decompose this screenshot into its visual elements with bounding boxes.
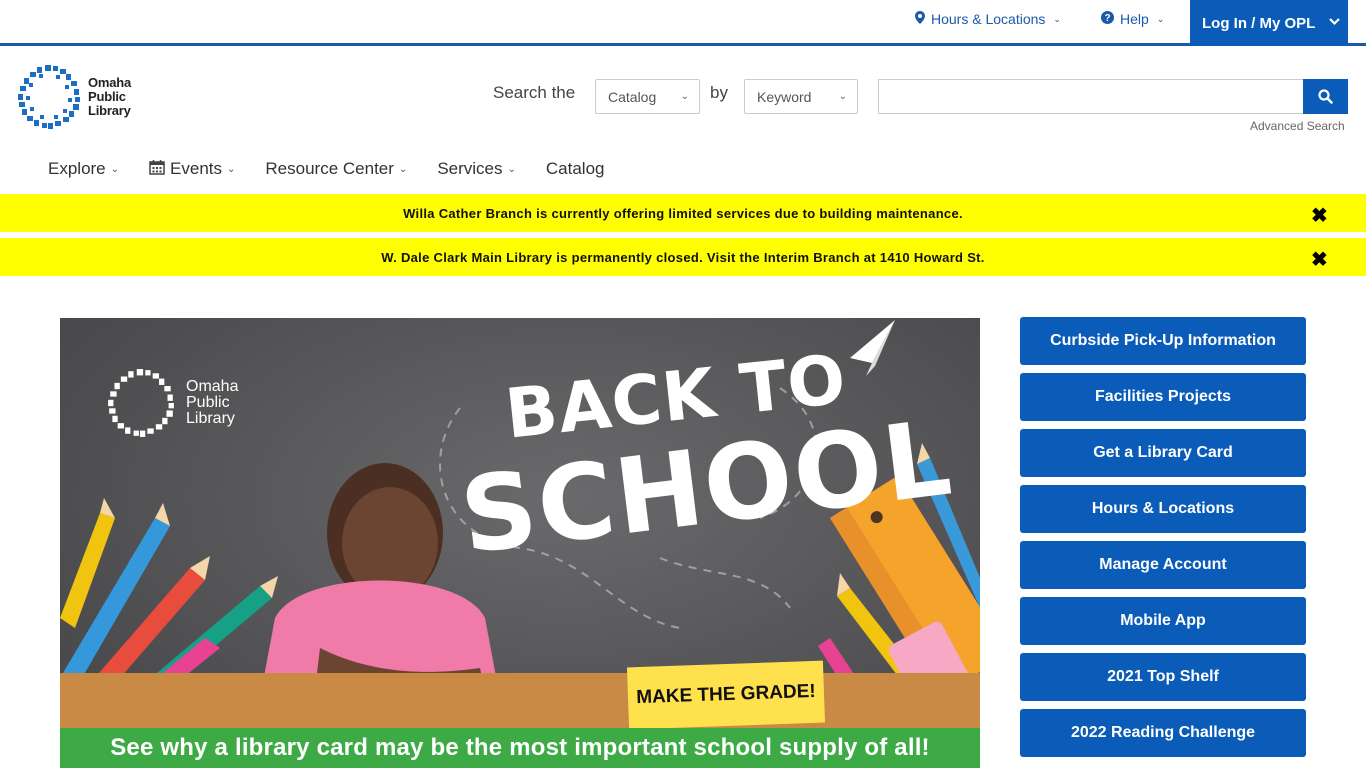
search-icon: [1318, 89, 1333, 104]
advanced-search-link[interactable]: Advanced Search: [1250, 119, 1345, 133]
quick-link-manage-account[interactable]: Manage Account: [1020, 541, 1306, 589]
logo-line: Library: [186, 410, 235, 427]
main-nav: Explore ⌄ Events ⌄ Resource Center ⌄ Ser…: [48, 157, 635, 181]
quick-link-top-shelf[interactable]: 2021 Top Shelf: [1020, 653, 1306, 701]
quick-link-reading-challenge[interactable]: 2022 Reading Challenge: [1020, 709, 1306, 757]
make-the-grade-tag: MAKE THE GRADE!: [626, 660, 826, 730]
search-button[interactable]: [1303, 79, 1348, 114]
help-label: Help: [1120, 11, 1149, 27]
help-link[interactable]: ? Help ⌄: [1101, 11, 1164, 27]
library-logo-mark-icon: [18, 65, 80, 129]
nav-item-explore[interactable]: Explore ⌄: [48, 159, 119, 179]
utility-bar: Hours & Locations ⌄ ? Help ⌄ Log In / My…: [0, 0, 1366, 46]
chevron-down-icon: ⌄: [398, 163, 408, 175]
quick-link-hours-locations[interactable]: Hours & Locations: [1020, 485, 1306, 533]
alert-banner: W. Dale Clark Main Library is permanentl…: [0, 238, 1366, 276]
search-input[interactable]: [878, 79, 1304, 114]
chevron-down-icon: ⌄: [680, 91, 689, 102]
desk: [60, 673, 980, 728]
logo-line: Public: [88, 89, 126, 104]
quick-link-facilities-projects[interactable]: Facilities Projects: [1020, 373, 1306, 421]
search-prefix-label: Search the: [493, 83, 576, 102]
hero-logo-text: Omaha Public Library: [186, 379, 238, 427]
close-icon[interactable]: ✖: [1311, 247, 1328, 272]
login-button[interactable]: Log In / My OPL: [1190, 0, 1348, 46]
logo-text: Omaha Public Library: [88, 76, 131, 118]
quick-link-mobile-app[interactable]: Mobile App: [1020, 597, 1306, 645]
logo-line: Public: [186, 394, 230, 411]
chevron-down-icon: ⌄: [110, 163, 120, 175]
nav-item-events[interactable]: Events ⌄: [149, 159, 235, 180]
hero-banner-caption: See why a library card may be the most i…: [60, 728, 980, 768]
alert-banner: Willa Cather Branch is currently offerin…: [0, 194, 1366, 232]
nav-item-label: Explore: [48, 159, 106, 178]
search-by-label: by: [710, 83, 728, 102]
login-label: Log In / My OPL: [1202, 14, 1316, 32]
search-field-value: Keyword: [757, 88, 812, 105]
chevron-down-icon: [1329, 17, 1341, 29]
quick-link-library-card[interactable]: Get a Library Card: [1020, 429, 1306, 477]
chevron-down-icon: ⌄: [507, 163, 516, 175]
search-scope-select[interactable]: Catalog ⌄: [595, 79, 700, 114]
nav-item-services[interactable]: Services ⌄: [437, 159, 516, 179]
hours-locations-label: Hours & Locations: [931, 11, 1046, 27]
nav-item-resource-center[interactable]: Resource Center ⌄: [265, 159, 407, 179]
quick-link-curbside-pickup[interactable]: Curbside Pick-Up Information: [1020, 317, 1306, 365]
nav-item-catalog[interactable]: Catalog: [546, 159, 605, 179]
chevron-down-icon: ⌄: [1053, 13, 1061, 24]
alert-text: W. Dale Clark Main Library is permanentl…: [381, 249, 985, 265]
hours-locations-link[interactable]: Hours & Locations ⌄: [915, 11, 1061, 27]
question-circle-icon: ?: [1101, 11, 1114, 27]
logo-line: Omaha: [186, 378, 239, 395]
library-logo-mark-icon: [108, 369, 174, 437]
map-marker-icon: [915, 11, 925, 27]
search-field-select[interactable]: Keyword ⌄: [744, 79, 858, 114]
library-logo[interactable]: Omaha Public Library: [16, 62, 146, 132]
chevron-down-icon: ⌄: [838, 91, 847, 102]
logo-line: Library: [88, 103, 131, 118]
hero-banner[interactable]: Omaha Public Library BACK TO SCHOOL MAKE…: [60, 318, 980, 768]
chevron-down-icon: ⌄: [1156, 13, 1165, 24]
nav-item-label: Catalog: [545, 159, 605, 178]
nav-item-label: Services: [437, 159, 503, 178]
close-icon[interactable]: ✖: [1311, 203, 1328, 228]
nav-item-label: Resource Center: [265, 159, 394, 178]
alert-text: Willa Cather Branch is currently offerin…: [403, 205, 963, 221]
calendar-icon: [149, 159, 165, 180]
svg-text:?: ?: [1104, 13, 1110, 24]
logo-line: Omaha: [88, 75, 132, 90]
nav-item-label: Events: [170, 159, 223, 178]
chevron-down-icon: ⌄: [227, 163, 236, 175]
hero-logo: Omaha Public Library: [106, 366, 238, 440]
search-scope-value: Catalog: [608, 88, 657, 105]
